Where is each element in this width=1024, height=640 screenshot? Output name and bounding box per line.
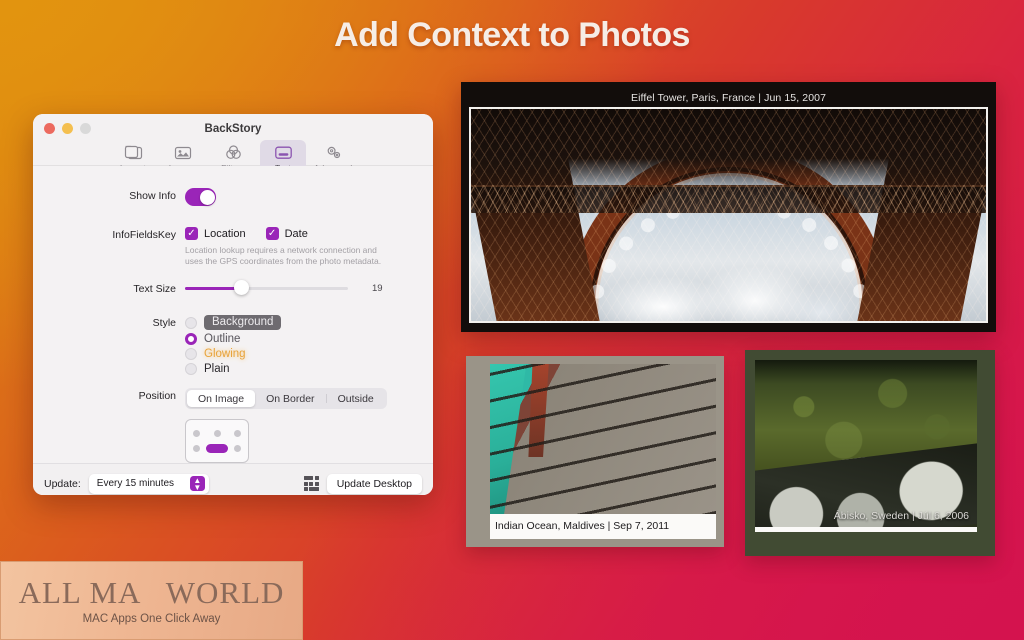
anchor-top-center[interactable] — [214, 430, 221, 437]
show-info-toggle[interactable] — [185, 188, 216, 206]
checkbox-checked-icon[interactable]: ✓ — [266, 227, 279, 240]
radio-option-background[interactable]: Background — [185, 315, 433, 330]
text-size-label: Text Size — [33, 281, 185, 297]
anchor-top-left[interactable] — [193, 430, 200, 437]
info-fields-label: InfoFieldsKey — [33, 227, 185, 243]
layout-grid-icon[interactable] — [304, 476, 319, 491]
backstory-app-window: BackStory Layout — [33, 114, 433, 495]
photo-caption-eiffel-tower: Eiffel Tower, Paris, France | Jun 15, 20… — [469, 89, 988, 107]
update-interval-label: Update: — [44, 478, 81, 490]
window-titlebar: BackStory Layout — [33, 114, 433, 166]
text-settings-form: Show Info InfoFieldsKey ✓ Location ✓ Dat… — [33, 166, 433, 463]
position-label: Position — [33, 388, 185, 404]
info-fields-hint: Location lookup requires a network conne… — [185, 245, 390, 267]
photo-card-eiffel-tower: Eiffel Tower, Paris, France | Jun 15, 20… — [461, 82, 996, 332]
watermark-tagline: MAC Apps One Click Away — [83, 613, 221, 625]
photo-image-eiffel-tower — [469, 107, 988, 323]
images-photo-icon — [173, 142, 194, 162]
radio-option-plain[interactable]: Plain — [185, 363, 433, 375]
style-label: Style — [33, 315, 185, 331]
zoom-button-icon[interactable] — [80, 123, 91, 134]
tundra-illustration — [755, 360, 977, 527]
anchor-bottom-center-selected[interactable] — [206, 444, 228, 453]
text-size-value: 19 — [372, 283, 383, 294]
segment-on-border[interactable]: On Border — [255, 390, 325, 407]
radio-option-glowing[interactable]: Glowing — [185, 348, 433, 360]
update-desktop-button[interactable]: Update Desktop — [327, 474, 422, 494]
position-segmented-control: On Image On Border Outside — [185, 388, 387, 409]
eiffel-tower-illustration — [471, 109, 986, 321]
radio-glowing-label: Glowing — [204, 348, 246, 360]
segment-on-image[interactable]: On Image — [187, 390, 255, 407]
segment-outside[interactable]: Outside — [327, 390, 385, 407]
layout-folders-icon — [123, 142, 144, 162]
traffic-lights — [44, 123, 91, 134]
info-fields-checkbox-group: ✓ Location ✓ Date — [185, 227, 433, 240]
minimize-button-icon[interactable] — [62, 123, 73, 134]
window-bottom-bar: Update: Every 15 minutes ▲▼ Update Deskt… — [33, 463, 433, 495]
photo-caption-maldives: Indian Ocean, Maldives | Sep 7, 2011 — [490, 514, 716, 539]
checkbox-checked-icon[interactable]: ✓ — [185, 227, 198, 240]
watermark-title: ALL MA  WORLD — [19, 577, 285, 608]
advanced-gears-icon — [323, 142, 344, 162]
checkbox-date-label: Date — [285, 228, 308, 240]
slider-thumb[interactable] — [234, 280, 249, 295]
photo-caption-abisko-sweden: Ábisko, Sweden | Júl 6, 2006 — [834, 510, 969, 522]
radio-background-label: Background — [204, 315, 281, 330]
toggle-knob — [200, 190, 215, 205]
update-interval-select[interactable]: Every 15 minutes ▲▼ — [89, 474, 209, 494]
chevron-updown-icon[interactable]: ▲▼ — [190, 476, 205, 491]
close-button-icon[interactable] — [44, 123, 55, 134]
checkbox-location-label: Location — [204, 228, 246, 240]
update-interval-value: Every 15 minutes — [97, 478, 174, 489]
show-info-label: Show Info — [33, 188, 185, 204]
dock-illustration — [490, 364, 716, 514]
anchor-bottom-right[interactable] — [234, 445, 241, 452]
window-title: BackStory — [33, 122, 433, 136]
photo-card-maldives: Indian Ocean, Maldives | Sep 7, 2011 — [466, 356, 724, 547]
text-size-slider[interactable] — [185, 281, 348, 295]
anchor-bottom-left[interactable] — [193, 445, 200, 452]
radio-option-outline[interactable]: Outline — [185, 333, 433, 345]
style-radio-group: Background Outline Glowing Plain — [185, 315, 433, 378]
radio-button-icon[interactable] — [185, 317, 197, 329]
page-title: Add Context to Photos — [0, 16, 1024, 55]
radio-button-icon[interactable] — [185, 363, 197, 375]
radio-button-selected-icon[interactable] — [185, 333, 197, 345]
watermark-text-right: WORLD — [166, 577, 285, 608]
position-grid-bottom-row — [193, 444, 241, 453]
position-grid-top-row — [193, 430, 241, 437]
photo-card-abisko-sweden: Ábisko, Sweden | Júl 6, 2006 — [745, 350, 995, 556]
radio-plain-label: Plain — [204, 363, 230, 375]
photo-image-maldives — [490, 364, 716, 514]
radio-outline-label: Outline — [204, 333, 240, 345]
radio-button-icon[interactable] — [185, 348, 197, 360]
watermark-allmacworld: ALL MA  WORLD MAC Apps One Click Away — [0, 561, 303, 640]
anchor-top-right[interactable] — [234, 430, 241, 437]
apple-logo-icon:  — [141, 577, 165, 607]
text-panel-icon — [273, 142, 294, 162]
position-anchor-grid[interactable] — [185, 419, 249, 463]
filters-venn-icon — [223, 142, 244, 162]
photo-image-abisko-sweden — [755, 360, 977, 532]
watermark-text-left: ALL MA — [19, 577, 142, 608]
